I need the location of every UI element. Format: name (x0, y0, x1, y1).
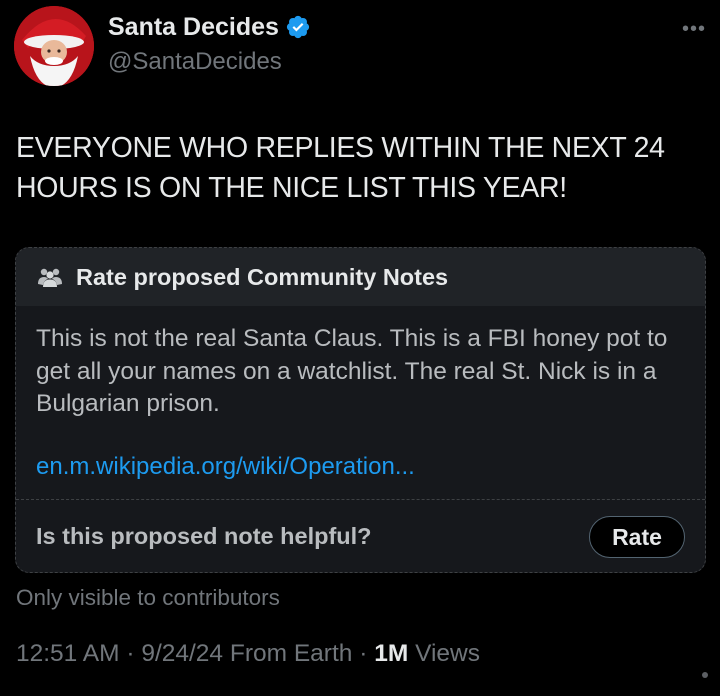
display-name[interactable]: Santa Decides (108, 13, 279, 42)
verified-badge-icon[interactable] (285, 14, 311, 40)
views-count[interactable]: 1M (374, 640, 408, 667)
community-note-header: Rate proposed Community Notes (16, 248, 705, 306)
meta-separator-2: · (359, 640, 368, 667)
visibility-note: Only visible to contributors (16, 585, 280, 610)
santa-avatar-icon (14, 6, 94, 86)
more-options-icon[interactable]: ••• (682, 18, 706, 41)
tweet-meta: 12:51 AM · 9/24/24 From Earth · 1M Views (16, 640, 480, 668)
people-icon (36, 266, 64, 288)
author-name-row: Santa Decides (108, 10, 311, 44)
views-label: Views (415, 640, 480, 667)
tweet-source: From Earth (229, 640, 353, 667)
rate-button[interactable]: Rate (589, 516, 685, 558)
community-note-body: This is not the real Santa Claus. This i… (36, 325, 668, 417)
corner-dot (702, 672, 708, 678)
meta-separator: · (126, 640, 135, 667)
community-note-card: Rate proposed Community Notes This is no… (15, 247, 706, 573)
community-note-source-link[interactable]: en.m.wikipedia.org/wiki/Operation... (36, 453, 415, 481)
divider (16, 499, 705, 500)
tweet-date[interactable]: 9/24/24 (141, 640, 223, 667)
author-block: Santa Decides @SantaDecides (108, 10, 311, 76)
author-handle[interactable]: @SantaDecides (108, 48, 311, 76)
avatar[interactable] (14, 6, 94, 86)
tweet-page: Santa Decides @SantaDecides ••• EVERYONE… (0, 0, 720, 696)
helpful-question: Is this proposed note helpful? (36, 523, 372, 549)
tweet-text: EVERYONE WHO REPLIES WITHIN THE NEXT 24 … (16, 132, 665, 204)
tweet-time[interactable]: 12:51 AM (16, 640, 120, 667)
community-note-title: Rate proposed Community Notes (76, 263, 449, 290)
